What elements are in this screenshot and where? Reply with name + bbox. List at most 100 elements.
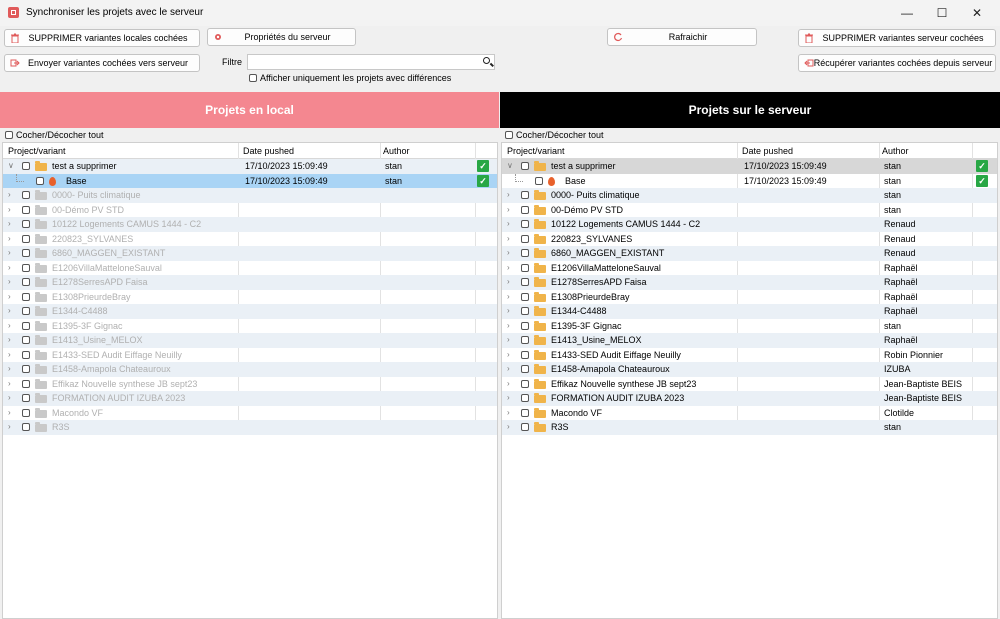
server-check-all-box[interactable]: [505, 131, 513, 139]
row-checkbox[interactable]: [22, 379, 30, 388]
row-checkbox[interactable]: [22, 234, 30, 243]
project-row[interactable]: › E1308PrieurdeBray Raphaël: [502, 290, 997, 305]
row-checkbox[interactable]: [22, 307, 30, 315]
variant-row[interactable]: Base 17/10/2023 15:09:49 stan ✓: [3, 173, 497, 188]
chevron-right-icon[interactable]: ›: [507, 217, 510, 232]
server-project-tree[interactable]: Project/variant Date pushed Author ∨ test…: [501, 142, 998, 619]
row-checkbox[interactable]: [521, 408, 529, 417]
row-checkbox[interactable]: [521, 321, 529, 330]
row-checkbox[interactable]: [22, 292, 30, 301]
search-icon[interactable]: [483, 57, 490, 64]
chevron-right-icon[interactable]: ›: [8, 391, 11, 406]
project-row[interactable]: › R3S: [3, 420, 497, 435]
chevron-right-icon[interactable]: ›: [8, 348, 11, 363]
row-checkbox[interactable]: [535, 176, 543, 185]
chevron-right-icon[interactable]: ›: [507, 261, 510, 276]
chevron-right-icon[interactable]: ›: [8, 290, 11, 305]
chevron-right-icon[interactable]: ›: [8, 217, 11, 232]
chevron-right-icon[interactable]: ›: [507, 333, 510, 348]
project-row[interactable]: › 00-Démo PV STD stan: [502, 203, 997, 218]
chevron-right-icon[interactable]: ›: [8, 420, 11, 435]
fetch-from-server-button[interactable]: Récupérer variantes cochées depuis serve…: [798, 54, 996, 72]
project-row[interactable]: › E1344-C4488 Raphaël: [502, 304, 997, 319]
send-to-server-button[interactable]: Envoyer variantes cochées vers serveur: [4, 54, 200, 72]
chevron-right-icon[interactable]: ›: [8, 406, 11, 421]
project-row[interactable]: › E1458-Amapola Chateauroux: [3, 362, 497, 377]
chevron-down-icon[interactable]: ∨: [507, 159, 513, 174]
row-checkbox[interactable]: [521, 394, 529, 402]
row-checkbox[interactable]: [521, 234, 529, 243]
delete-server-button[interactable]: SUPPRIMER variantes serveur cochées: [798, 29, 996, 47]
project-row[interactable]: › E1395-3F Gignac stan: [502, 319, 997, 334]
project-row[interactable]: › E1433-SED Audit Eiffage Neuilly: [3, 348, 497, 363]
chevron-right-icon[interactable]: ›: [8, 304, 11, 319]
chevron-right-icon[interactable]: ›: [507, 232, 510, 247]
local-project-tree[interactable]: Project/variant Date pushed Author ∨ test…: [2, 142, 498, 619]
project-row[interactable]: › 10122 Logements CAMUS 1444 - C2 Renaud: [502, 217, 997, 232]
project-row[interactable]: › Macondo VF Clotilde: [502, 406, 997, 421]
row-checkbox[interactable]: [521, 162, 529, 170]
chevron-right-icon[interactable]: ›: [8, 319, 11, 334]
row-checkbox[interactable]: [521, 263, 529, 272]
chevron-right-icon[interactable]: ›: [8, 333, 11, 348]
project-row[interactable]: › E1433-SED Audit Eiffage Neuilly Robin Pi…: [502, 348, 997, 363]
project-row[interactable]: ∨ test a supprimer 17/10/2023 15:09:49 stan…: [3, 159, 497, 174]
chevron-right-icon[interactable]: ›: [507, 304, 510, 319]
row-checkbox[interactable]: [22, 394, 30, 402]
project-row[interactable]: › R3S stan: [502, 420, 997, 435]
project-row[interactable]: › 10122 Logements CAMUS 1444 - C2: [3, 217, 497, 232]
chevron-right-icon[interactable]: ›: [507, 246, 510, 261]
row-checkbox[interactable]: [521, 191, 529, 199]
project-row[interactable]: › E1278SerresAPD Faisa Raphaël: [502, 275, 997, 290]
project-row[interactable]: › FORMATION AUDIT IZUBA 2023 Jean-Baptiste…: [502, 391, 997, 406]
row-checkbox[interactable]: [36, 176, 44, 185]
col-project[interactable]: Project/variant: [8, 146, 66, 156]
project-row[interactable]: ∨ test a supprimer 17/10/2023 15:09:49 stan…: [502, 159, 997, 174]
project-row[interactable]: › 6860_MAGGEN_EXISTANT Renaud: [502, 246, 997, 261]
row-checkbox[interactable]: [22, 191, 30, 199]
col-author[interactable]: Author: [383, 146, 410, 156]
project-row[interactable]: › E1413_Usine_MELOX Raphaël: [502, 333, 997, 348]
row-checkbox[interactable]: [22, 162, 30, 170]
server-check-all[interactable]: Cocher/Décocher tout: [505, 130, 604, 140]
row-checkbox[interactable]: [22, 263, 30, 272]
row-checkbox[interactable]: [521, 220, 529, 228]
row-checkbox[interactable]: [521, 292, 529, 301]
row-checkbox[interactable]: [521, 350, 529, 359]
diff-only-checkbox-row[interactable]: Afficher uniquement les projets avec dif…: [249, 73, 451, 83]
variant-row[interactable]: Base 17/10/2023 15:09:49 stan ✓: [502, 173, 997, 189]
project-row[interactable]: › 6860_MAGGEN_EXISTANT: [3, 246, 497, 261]
row-checkbox[interactable]: [521, 423, 529, 431]
local-check-all[interactable]: Cocher/Décocher tout: [5, 130, 104, 140]
row-checkbox[interactable]: [521, 249, 529, 257]
project-row[interactable]: › E1344-C4488: [3, 304, 497, 319]
row-checkbox[interactable]: [521, 307, 529, 315]
row-checkbox[interactable]: [521, 336, 529, 344]
project-row[interactable]: › E1206VillaMatteloneSauval Raphaël: [502, 261, 997, 276]
chevron-right-icon[interactable]: ›: [8, 188, 11, 203]
row-checkbox[interactable]: [22, 350, 30, 359]
col-date[interactable]: Date pushed: [742, 146, 793, 156]
col-project[interactable]: Project/variant: [507, 146, 565, 156]
col-date[interactable]: Date pushed: [243, 146, 294, 156]
project-row[interactable]: › Effikaz Nouvelle synthese JB sept23: [3, 377, 497, 392]
chevron-down-icon[interactable]: ∨: [8, 159, 14, 174]
refresh-button[interactable]: Rafraichir: [607, 28, 757, 46]
diff-only-checkbox[interactable]: [249, 74, 257, 82]
row-checkbox[interactable]: [521, 365, 529, 373]
row-checkbox[interactable]: [521, 379, 529, 388]
chevron-right-icon[interactable]: ›: [507, 348, 510, 363]
local-check-all-box[interactable]: [5, 131, 13, 139]
project-row[interactable]: › E1308PrieurdeBray: [3, 290, 497, 305]
close-button[interactable]: ✕: [960, 2, 994, 24]
row-checkbox[interactable]: [521, 278, 529, 286]
project-row[interactable]: › 220823_SYLVANES Renaud: [502, 232, 997, 247]
delete-local-button[interactable]: SUPPRIMER variantes locales cochées: [4, 29, 200, 47]
row-checkbox[interactable]: [22, 220, 30, 228]
filter-input[interactable]: [247, 54, 495, 70]
chevron-right-icon[interactable]: ›: [507, 362, 510, 377]
project-row[interactable]: › E1278SerresAPD Faisa: [3, 275, 497, 290]
row-checkbox[interactable]: [22, 205, 30, 214]
chevron-right-icon[interactable]: ›: [507, 275, 510, 290]
row-checkbox[interactable]: [22, 408, 30, 417]
